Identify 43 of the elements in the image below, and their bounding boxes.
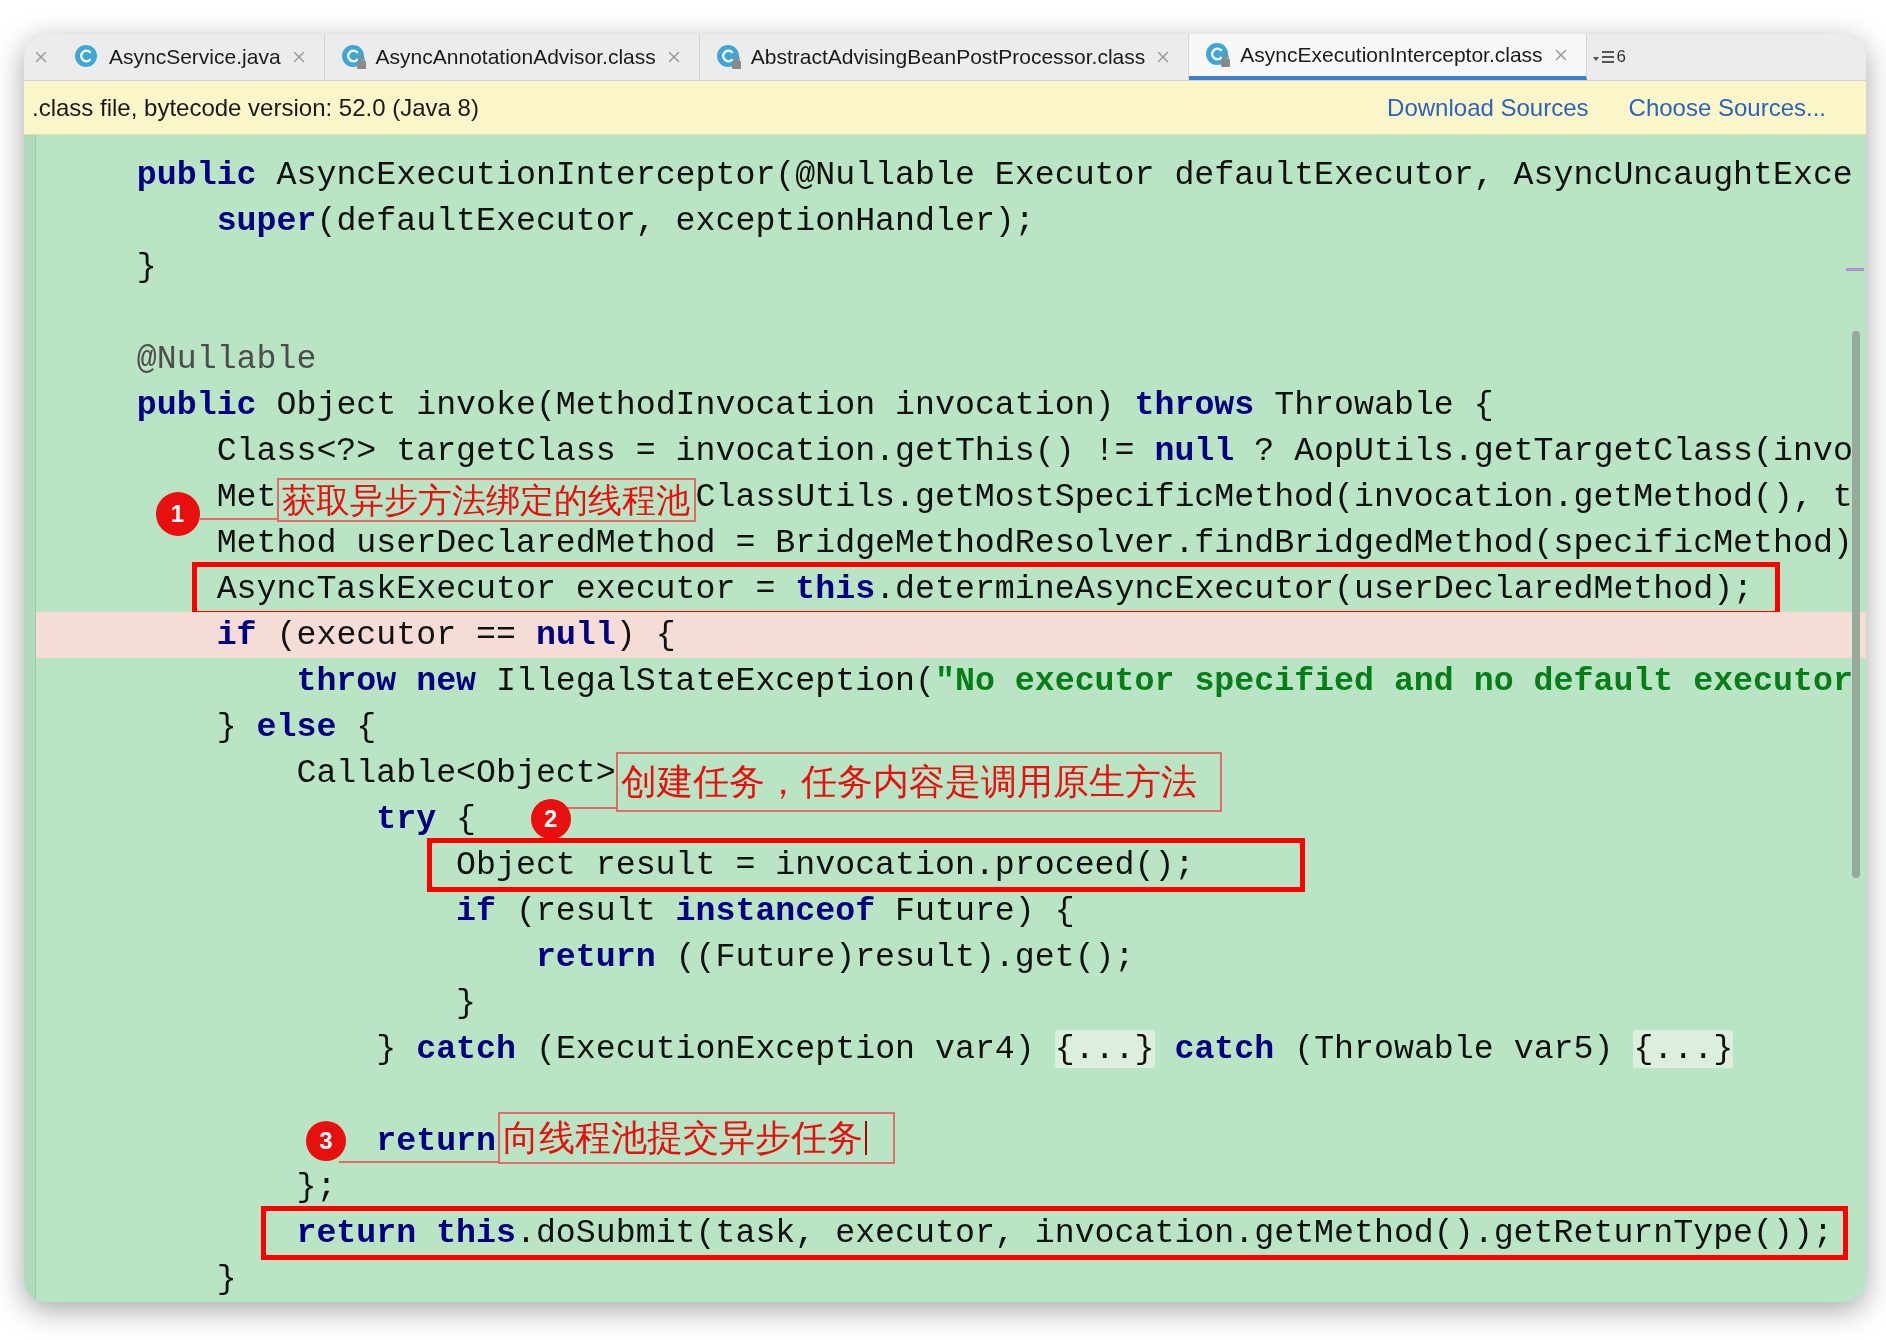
code-line: throw new IllegalStateException("No executor specified and no default executor — [296, 662, 1853, 700]
tab-label: AsyncExecutionInterceptor.class — [1240, 42, 1543, 69]
text-cursor — [865, 1121, 867, 1155]
callout-text: 获取异步方法绑定的线程池 — [281, 483, 690, 517]
editor-tab[interactable]: AsyncAnnotationAdvisor.class — [324, 34, 700, 80]
scrollbar-thumb[interactable] — [1852, 331, 1860, 878]
code-line: super(defaultExecutor, exceptionHandler); — [216, 202, 1035, 240]
code-line: if (result instanceof Future) { — [456, 892, 1075, 930]
tab-label: AsyncAnnotationAdvisor.class — [375, 44, 656, 71]
code-line: try { — [376, 800, 477, 838]
hidden-tab-count: 6 — [1616, 46, 1627, 69]
code-line: } catch (ExecutionException var4) {...} catch (Throwable var5) {...} — [376, 1030, 1734, 1068]
code-line: @Nullable — [136, 340, 317, 378]
code-line: } — [136, 248, 157, 286]
code-line: public Object invoke(MethodInvocation invocation) throws Throwable { — [136, 386, 1494, 424]
tab-list-icon[interactable] — [1592, 49, 1615, 65]
code-line: return ((Future)result).get(); — [535, 938, 1135, 976]
code-line: Class<?> targetClass = invocation.getThis() != null ? AopUtils.getTargetClass(invo — [216, 432, 1853, 470]
callout-text: 创建任务，任务内容是调用原生方法 — [620, 764, 1197, 800]
tab-label: AsyncService.java — [109, 44, 281, 71]
editor-tab[interactable]: AbstractAdvisingBeanPostProcessor.class — [699, 34, 1190, 80]
step-number: 3 — [306, 1121, 346, 1161]
code-line: if (executor == null) { — [216, 616, 676, 654]
code-line: Met — [216, 478, 277, 516]
step-number: 2 — [530, 799, 571, 839]
callout-text: 向线程池提交异步任务 — [503, 1120, 863, 1156]
tab-label: AbstractAdvisingBeanPostProcessor.class — [750, 44, 1146, 71]
info-link[interactable]: Choose Sources... — [1628, 89, 1826, 126]
editor-tab[interactable]: AsyncService.java — [58, 34, 325, 80]
code-line: ClassUtils.getMostSpecificMethod(invocation.getMethod(), t — [695, 478, 1853, 516]
code-line: return — [376, 1122, 496, 1160]
code-line: Method userDeclaredMethod = BridgeMethodResolver.findBridgedMethod(specificMethod) — [216, 524, 1853, 562]
info-link[interactable]: Download Sources — [1387, 89, 1589, 126]
info-message: .class file, bytecode version: 52.0 (Java 8) — [32, 92, 479, 123]
code-line: Callable<Object> — [296, 754, 616, 792]
code-line: } else { — [216, 708, 377, 746]
code-line: } — [216, 1260, 237, 1298]
editor-tab[interactable]: AsyncExecutionInterceptor.class — [1189, 34, 1587, 80]
step-number: 1 — [155, 492, 200, 536]
code-line: }; — [296, 1168, 337, 1206]
code-line: public AsyncExecutionInterceptor(@Nullable Executor defaultExecutor, AsyncUncaughtExce — [136, 156, 1853, 194]
stripe-mark — [1846, 268, 1864, 271]
code-line: } — [456, 984, 477, 1022]
